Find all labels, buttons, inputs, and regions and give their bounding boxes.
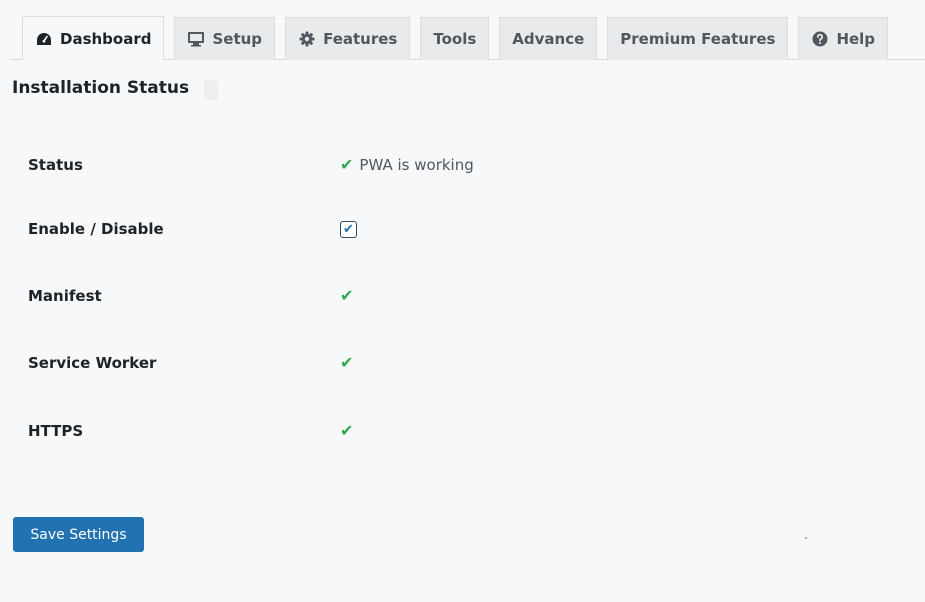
check-icon: ✔ [340,421,354,440]
monitor-icon [187,30,205,48]
tab-help[interactable]: Help [798,17,889,60]
tab-bar: Dashboard Setup Features Tools Advance P… [22,16,898,60]
tab-label: Features [323,30,398,48]
manifest-label: Manifest [28,287,102,305]
tab-dashboard[interactable]: Dashboard [22,16,165,60]
https-row: HTTPS ✔ [28,422,628,440]
manifest-value: ✔ [340,288,353,304]
enable-value: ✔ [340,220,357,238]
tab-label: Premium Features [620,30,776,48]
status-value: ✔ PWA is working [340,156,474,174]
enable-checkbox[interactable]: ✔ [340,220,357,238]
checkmark-icon: ✔ [343,221,354,237]
status-text: PWA is working [359,156,474,174]
https-label: HTTPS [28,422,84,440]
decorative-blur [204,80,218,100]
section-title: Installation Status [12,78,190,98]
check-icon: ✔ [340,155,354,174]
service-worker-value: ✔ [340,355,353,371]
tab-advance[interactable]: Advance [499,17,598,60]
tab-label: Tools [433,30,477,48]
https-value: ✔ [340,423,353,439]
enable-label: Enable / Disable [28,220,164,238]
tab-features[interactable]: Features [285,17,411,60]
service-worker-label: Service Worker [28,354,157,372]
service-worker-row: Service Worker ✔ [28,354,628,372]
check-icon: ✔ [340,286,354,305]
tab-label: Advance [512,30,585,48]
manifest-row: Manifest ✔ [28,287,628,305]
tab-label: Dashboard [60,29,152,48]
tab-premium-features[interactable]: Premium Features [607,17,789,60]
gear-icon [298,30,316,48]
tab-tools[interactable]: Tools [420,17,490,60]
save-settings-button[interactable]: Save Settings [13,517,144,552]
tab-label: Help [836,30,876,48]
dashboard-icon [35,30,53,48]
enable-row: Enable / Disable ✔ [28,220,628,238]
status-label: Status [28,156,83,174]
tab-setup[interactable]: Setup [174,17,276,60]
tab-label: Setup [212,30,263,48]
help-icon [811,30,829,48]
check-icon: ✔ [340,353,354,372]
status-row: Status ✔ PWA is working [28,156,628,174]
stray-dot [805,537,807,539]
